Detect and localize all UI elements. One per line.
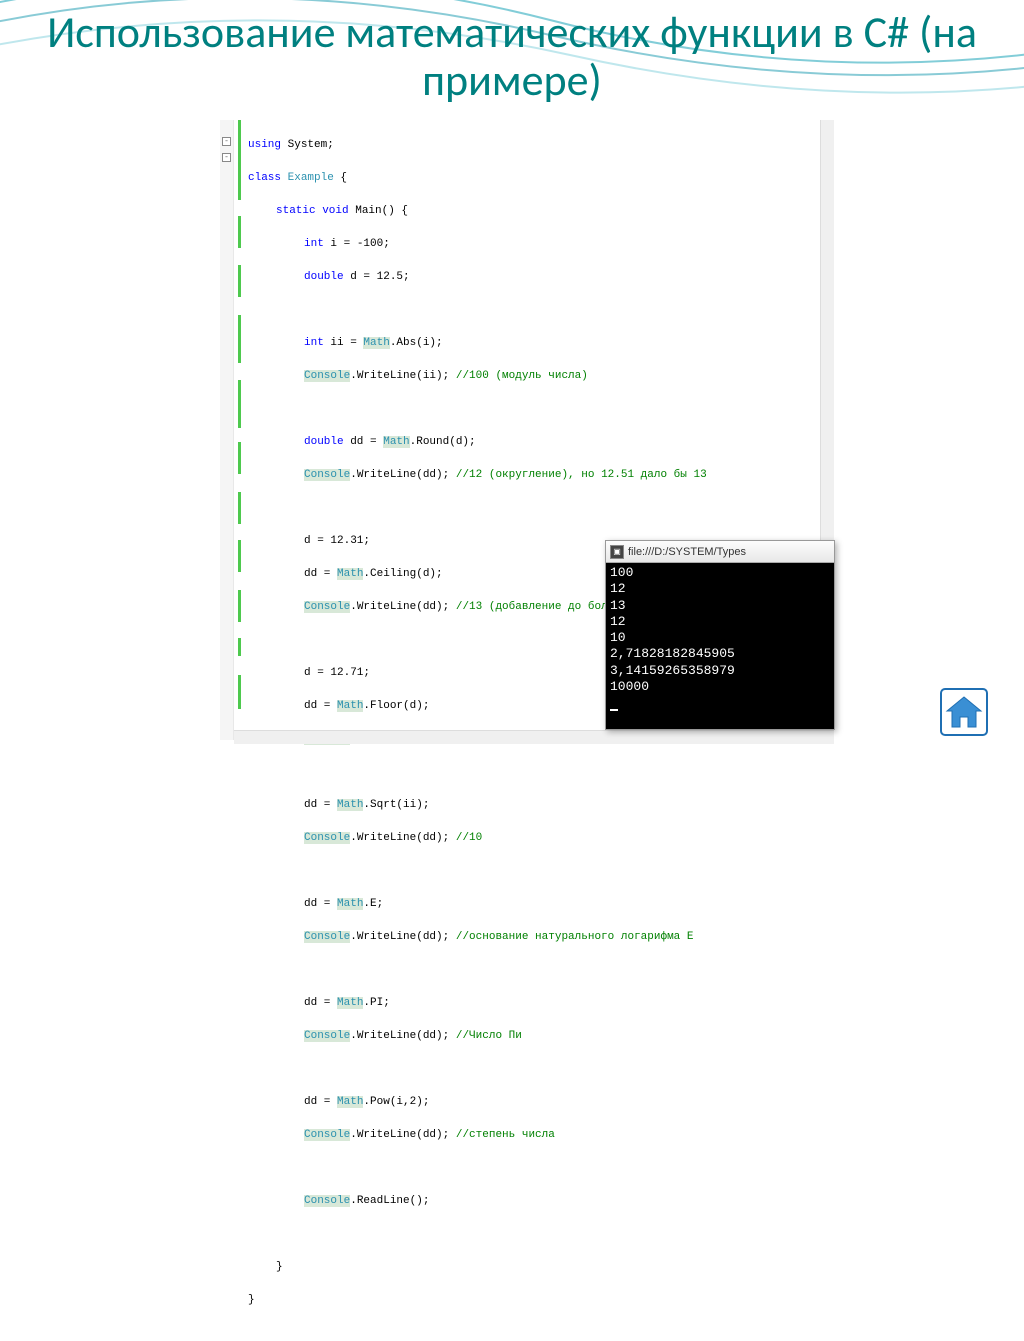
change-marker bbox=[238, 492, 241, 524]
fold-toggle[interactable]: - bbox=[222, 153, 231, 162]
change-marker bbox=[238, 265, 241, 297]
change-marker bbox=[238, 540, 241, 572]
gutter: - - bbox=[220, 120, 234, 740]
change-marker bbox=[238, 442, 241, 474]
change-marker bbox=[238, 120, 241, 200]
house-icon bbox=[939, 687, 989, 737]
fold-toggle[interactable]: - bbox=[222, 137, 231, 146]
home-button[interactable] bbox=[939, 687, 989, 737]
slide-title: Использование математических функции в С… bbox=[0, 0, 1024, 113]
change-marker bbox=[238, 638, 241, 656]
change-marker bbox=[238, 590, 241, 622]
change-marker bbox=[238, 315, 241, 363]
scrollbar-horizontal[interactable] bbox=[234, 730, 834, 744]
change-marker bbox=[238, 675, 241, 709]
console-title-text: file:///D:/SYSTEM/Types bbox=[628, 546, 746, 558]
console-output-window: ▣ file:///D:/SYSTEM/Types 100 12 13 12 1… bbox=[605, 540, 835, 730]
console-icon: ▣ bbox=[610, 545, 624, 559]
change-marker bbox=[238, 380, 241, 428]
change-marker bbox=[238, 216, 241, 248]
console-body: 100 12 13 12 10 2,71828182845905 3,14159… bbox=[606, 563, 834, 713]
console-titlebar[interactable]: ▣ file:///D:/SYSTEM/Types bbox=[606, 541, 834, 563]
